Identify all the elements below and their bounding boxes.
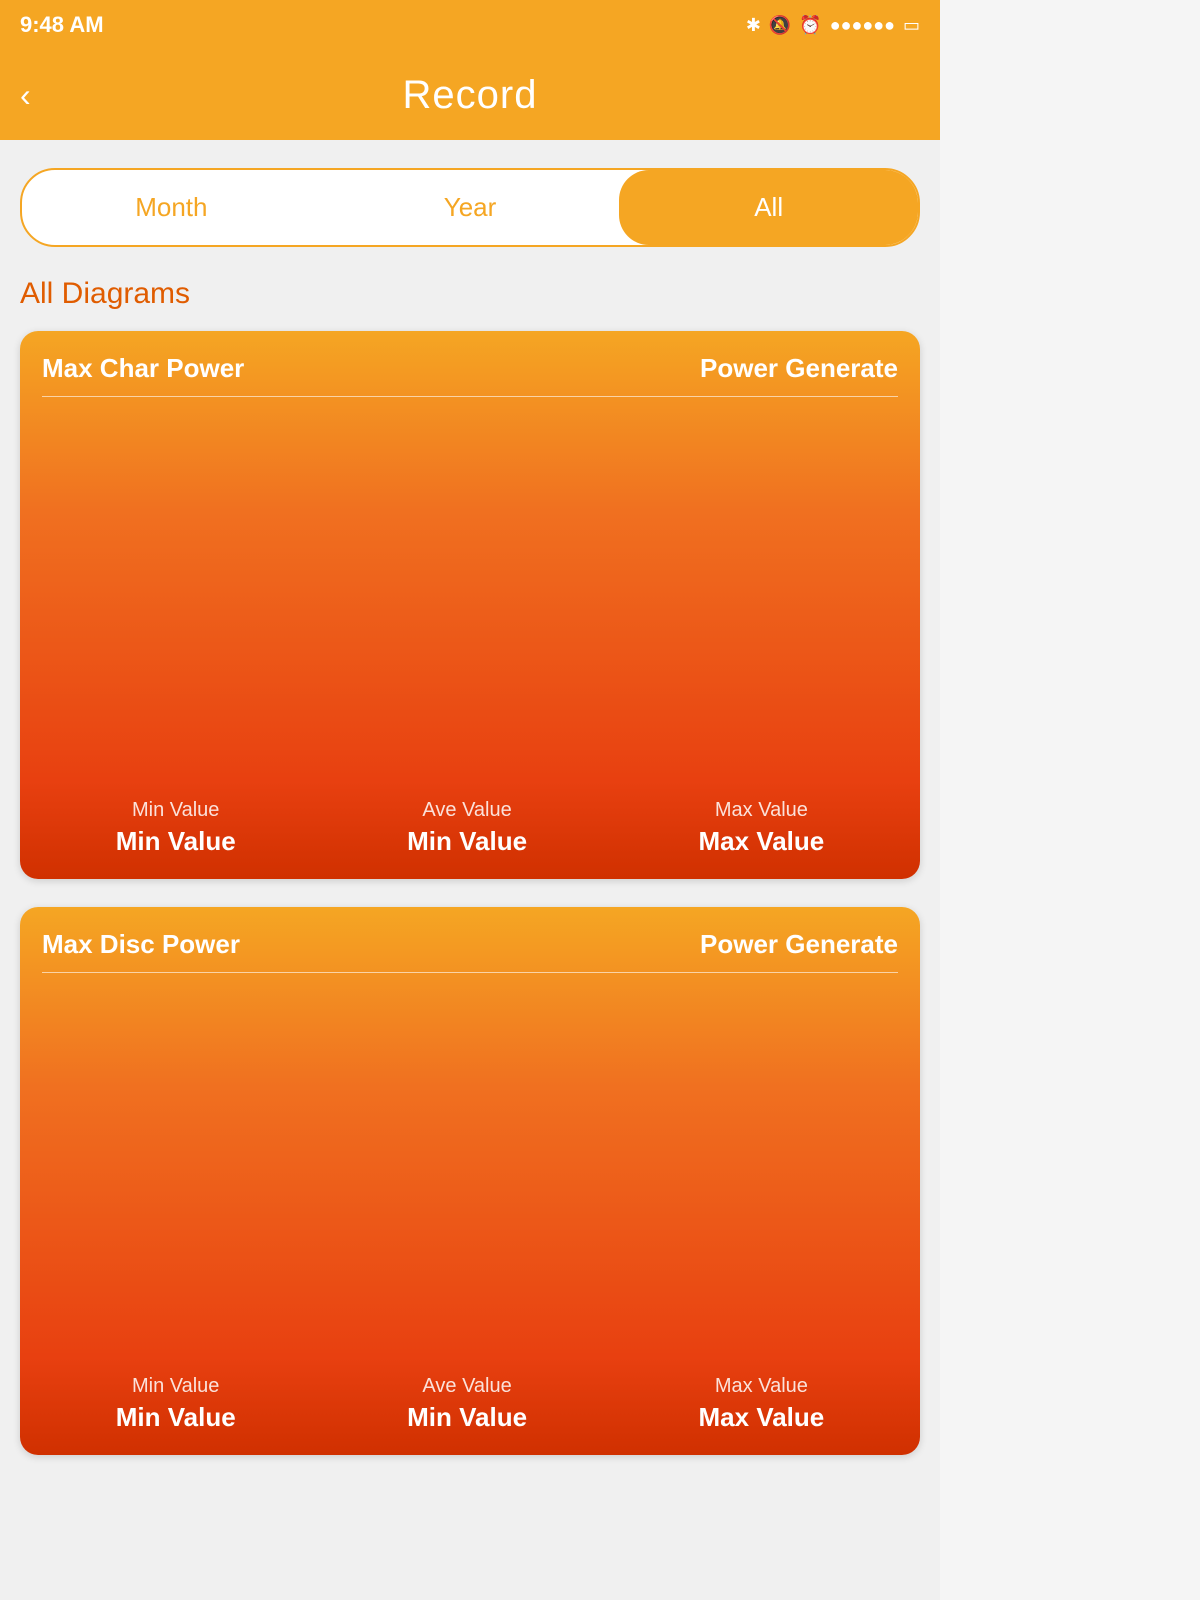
diagram-chart-char [42,413,898,781]
battery-icon: ▭ [903,15,920,36]
tab-month[interactable]: Month [22,170,321,245]
stat-max-disc: Max Value Max Value [699,1375,825,1433]
tab-selector: Month Year All [20,168,920,247]
diagram-subtitle-disc: Power Generate [700,929,898,960]
diagram-card-char-power: Max Char Power Power Generate Min Value … [20,331,920,879]
page-title: Record [403,73,538,118]
stat-min-value-disc: Min Value [116,1402,236,1433]
diagram-header-char: Max Char Power Power Generate [42,353,898,384]
status-icons: ✱ 🔕 ⏰ ●●●●●● ▭ [746,15,920,36]
signal-icon: ●●●●●● [830,15,895,36]
stat-min-disc: Min Value Min Value [116,1375,236,1433]
stat-ave-label-char: Ave Value [407,799,527,822]
diagram-footer-char: Min Value Min Value Ave Value Min Value … [20,781,920,879]
stat-min-label-disc: Min Value [116,1375,236,1398]
tab-year[interactable]: Year [321,170,620,245]
stat-ave-char: Ave Value Min Value [407,799,527,857]
mute-icon: 🔕 [769,15,791,36]
stat-max-label-char: Max Value [699,799,825,822]
diagram-gradient-disc: Max Disc Power Power Generate [20,907,920,1357]
diagram-title-disc: Max Disc Power [42,929,240,960]
bluetooth-icon: ✱ [746,15,761,36]
stat-max-value-char: Max Value [699,826,825,857]
stat-ave-disc: Ave Value Min Value [407,1375,527,1433]
diagram-chart-disc [42,989,898,1357]
stat-min-label-char: Min Value [116,799,236,822]
diagram-footer-disc: Min Value Min Value Ave Value Min Value … [20,1357,920,1455]
stat-max-char: Max Value Max Value [699,799,825,857]
main-content: Month Year All All Diagrams Max Char Pow… [0,140,940,1600]
diagram-card-disc-power: Max Disc Power Power Generate Min Value … [20,907,920,1455]
stat-max-value-disc: Max Value [699,1402,825,1433]
diagram-separator-disc [42,972,898,973]
stat-ave-value-char: Min Value [407,826,527,857]
stat-ave-value-disc: Min Value [407,1402,527,1433]
stat-min-value-char: Min Value [116,826,236,857]
status-bar: 9:48 AM ✱ 🔕 ⏰ ●●●●●● ▭ [0,0,940,50]
stat-max-label-disc: Max Value [699,1375,825,1398]
diagram-subtitle-char: Power Generate [700,353,898,384]
tab-all[interactable]: All [619,170,918,245]
alarm-icon: ⏰ [799,15,821,36]
app-header: ‹ Record [0,50,940,140]
diagram-title-char: Max Char Power [42,353,244,384]
back-button[interactable]: ‹ [20,77,31,114]
diagram-header-disc: Max Disc Power Power Generate [42,929,898,960]
section-title: All Diagrams [20,277,920,311]
diagram-gradient-char: Max Char Power Power Generate [20,331,920,781]
diagram-separator-char [42,396,898,397]
status-time: 9:48 AM [20,12,104,38]
stat-min-char: Min Value Min Value [116,799,236,857]
stat-ave-label-disc: Ave Value [407,1375,527,1398]
